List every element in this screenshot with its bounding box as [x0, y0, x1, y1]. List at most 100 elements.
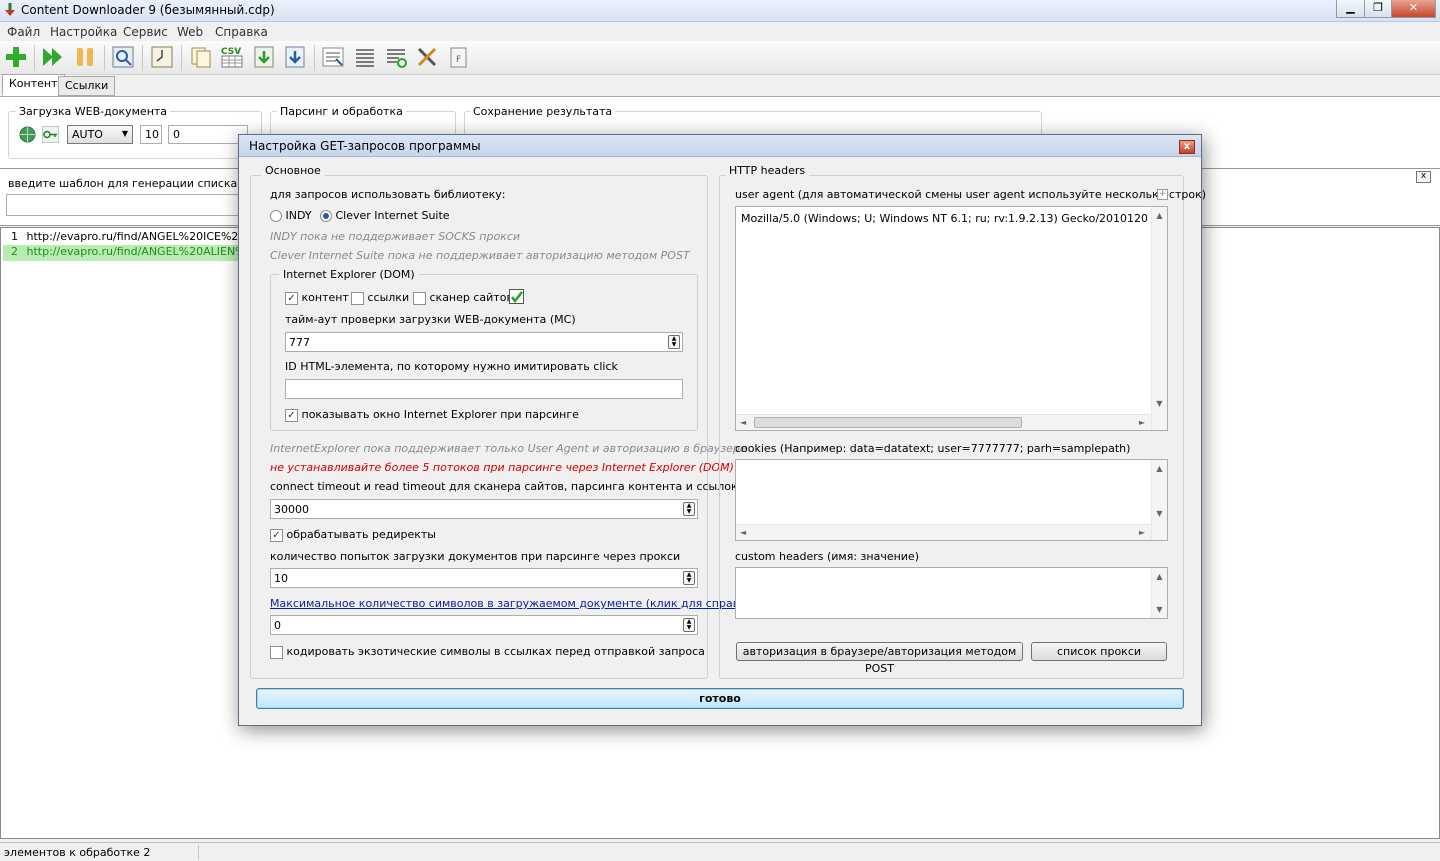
menu-bar: Файл Настройка Сервис Web Справка	[0, 22, 1440, 41]
pause-icon[interactable]	[73, 45, 97, 69]
template-close-button[interactable]: x	[1416, 171, 1431, 183]
expand-icon[interactable]: +	[1157, 189, 1168, 200]
element-id-input[interactable]	[285, 379, 683, 399]
max-chars-value: 0	[274, 619, 281, 632]
checkbox-redirects[interactable]: ✓ обрабатывать редиректы	[270, 528, 436, 542]
menu-service[interactable]: Сервис	[123, 25, 168, 39]
list-item-number: 1	[11, 230, 18, 243]
cookies-textarea[interactable]: ▲ ▼ ◄ ►	[735, 459, 1168, 541]
list-icon[interactable]	[353, 45, 377, 69]
threads-input[interactable]: 10	[140, 125, 162, 144]
key-icon[interactable]	[41, 125, 60, 144]
horizontal-scrollbar[interactable]: ◄ ►	[736, 414, 1151, 430]
title-bar: Content Downloader 9 (безымянный.cdp) ▁ …	[0, 0, 1440, 22]
proxy-list-button[interactable]: список прокси	[1031, 642, 1167, 661]
spinner-icon[interactable]: ▲ ▼	[683, 618, 695, 632]
menu-help[interactable]: Справка	[215, 25, 268, 39]
tab-links[interactable]: Ссылки	[58, 76, 116, 96]
template-input[interactable]	[6, 194, 246, 216]
clock-icon[interactable]	[150, 45, 174, 69]
chevron-down-icon: ▼	[121, 129, 128, 138]
vertical-scrollbar[interactable]: ▲ ▼	[1151, 460, 1167, 540]
status-bar: элементов к обработке 2	[0, 842, 1440, 861]
auth-button[interactable]: авторизация в браузере/авторизация метод…	[736, 642, 1023, 675]
custom-headers-textarea[interactable]: ▲ ▼	[735, 567, 1168, 619]
done-button[interactable]: готово	[256, 688, 1184, 709]
user-agent-value: Mozilla/5.0 (Windows; U; Windows NT 6.1;…	[741, 212, 1147, 225]
tools-icon[interactable]	[415, 45, 439, 69]
connect-timeout-label: connect timeout и read timeout для скане…	[270, 480, 765, 493]
basic-legend: Основное	[261, 164, 325, 177]
note-ie-support: InternetExplorer пока поддерживает тольк…	[270, 442, 747, 455]
scroll-thumb[interactable]	[754, 417, 1022, 428]
warning-ie-threads: не устанавливайте более 5 потоков при па…	[270, 461, 739, 474]
delay-input[interactable]: 0	[168, 125, 248, 144]
checkbox-links[interactable]: ссылки	[351, 291, 409, 305]
spinner-icon[interactable]: ▲ ▼	[683, 502, 695, 516]
max-chars-help-link[interactable]: Максимальное количество символов в загру…	[270, 597, 757, 610]
close-button[interactable]: ✕	[1391, 0, 1436, 18]
file-f-icon[interactable]: F	[446, 45, 470, 69]
spinner-icon[interactable]: ▲ ▼	[668, 335, 680, 349]
proxy-attempts-value: 10	[274, 572, 288, 585]
status-items-count: элементов к обработке 2	[4, 846, 151, 859]
list-item-highlighted[interactable]: 2 http://evapro.ru/find/ANGEL%20ALIEN%20	[3, 245, 243, 261]
user-agent-textarea[interactable]: Mozilla/5.0 (Windows; U; Windows NT 6.1;…	[735, 206, 1168, 431]
connect-timeout-input[interactable]: 30000 ▲ ▼	[270, 499, 698, 519]
element-id-label: ID HTML-элемента, по которому нужно имит…	[285, 360, 618, 373]
menu-settings[interactable]: Настройка	[50, 25, 117, 39]
group-load-title: Загрузка WEB-документа	[16, 105, 171, 118]
vertical-scrollbar[interactable]: ▲ ▼	[1151, 568, 1167, 618]
list-edit-icon[interactable]	[321, 45, 345, 69]
radio-clever[interactable]: Clever Internet Suite	[320, 209, 450, 222]
http-legend: HTTP headers	[725, 164, 810, 177]
checkbox-encode-exotic[interactable]: кодировать экзотические символы в ссылка…	[270, 645, 705, 659]
get-requests-settings-dialog: Настройка GET-запросов программы x Основ…	[238, 134, 1206, 726]
dialog-close-button[interactable]: x	[1179, 140, 1195, 154]
download-icon[interactable]	[252, 45, 276, 69]
note-indy: INDY пока не поддерживает SOCKS прокси	[270, 230, 521, 243]
window-title: Content Downloader 9 (безымянный.cdp)	[21, 3, 275, 17]
checkbox-content[interactable]: ✓ контент	[285, 291, 349, 305]
proxy-attempts-input[interactable]: 10 ▲ ▼	[270, 568, 698, 588]
ie-timeout-value: 777	[289, 336, 310, 349]
maximize-button[interactable]: ❐	[1364, 0, 1392, 18]
menu-file[interactable]: Файл	[7, 25, 40, 39]
dialog-title: Настройка GET-запросов программы	[249, 139, 481, 153]
proxy-attempts-label: количество попыток загрузки документов п…	[270, 550, 681, 563]
list-item-number: 2	[11, 245, 18, 258]
custom-headers-label: custom headers (имя: значение)	[735, 550, 919, 563]
list-refresh-icon[interactable]	[384, 45, 408, 69]
minimize-button[interactable]: ▁	[1336, 0, 1365, 18]
search-icon[interactable]	[111, 45, 135, 69]
mode-combo[interactable]: AUTO ▼	[67, 125, 133, 144]
ie-timeout-input[interactable]: 777 ▲ ▼	[285, 332, 683, 352]
library-label: для запросов использовать библиотеку:	[270, 188, 506, 201]
app-icon	[4, 3, 16, 17]
horizontal-scrollbar[interactable]: ◄ ►	[736, 524, 1151, 540]
apply-check-icon[interactable]	[509, 289, 524, 304]
ie-timeout-label: тайм-аут проверки загрузки WEB-документа…	[285, 313, 576, 326]
checkbox-show-ie[interactable]: ✓ показывать окно Internet Explorer при …	[285, 408, 579, 422]
mode-combo-value: AUTO	[72, 128, 103, 141]
svg-text:F: F	[456, 55, 461, 65]
play-icon[interactable]	[41, 45, 65, 69]
group-parse-title: Парсинг и обработка	[277, 105, 406, 118]
checkbox-site-scanner[interactable]: сканер сайтов	[413, 291, 513, 305]
add-icon[interactable]	[4, 45, 28, 69]
list-item-url: http://evapro.ru/find/ANGEL%20ICE%20MI	[26, 230, 244, 243]
documents-icon[interactable]	[189, 45, 213, 69]
max-chars-input[interactable]: 0 ▲ ▼	[270, 615, 698, 635]
ie-legend: Internet Explorer (DOM)	[279, 268, 419, 281]
globe-icon[interactable]	[19, 126, 36, 143]
vertical-scrollbar[interactable]: ▲ ▼	[1151, 207, 1167, 430]
note-clever: Clever Internet Suite пока не поддержива…	[270, 249, 690, 262]
csv-icon[interactable]: CSV	[220, 45, 244, 69]
tab-content[interactable]: Контент	[2, 74, 65, 96]
spinner-icon[interactable]: ▲ ▼	[683, 571, 695, 585]
group-save-title: Сохранение результата	[470, 105, 616, 118]
download-alt-icon[interactable]	[283, 45, 307, 69]
list-item[interactable]: 1 http://evapro.ru/find/ANGEL%20ICE%20MI	[3, 230, 243, 246]
radio-indy[interactable]: INDY	[270, 209, 312, 222]
menu-web[interactable]: Web	[177, 25, 203, 39]
